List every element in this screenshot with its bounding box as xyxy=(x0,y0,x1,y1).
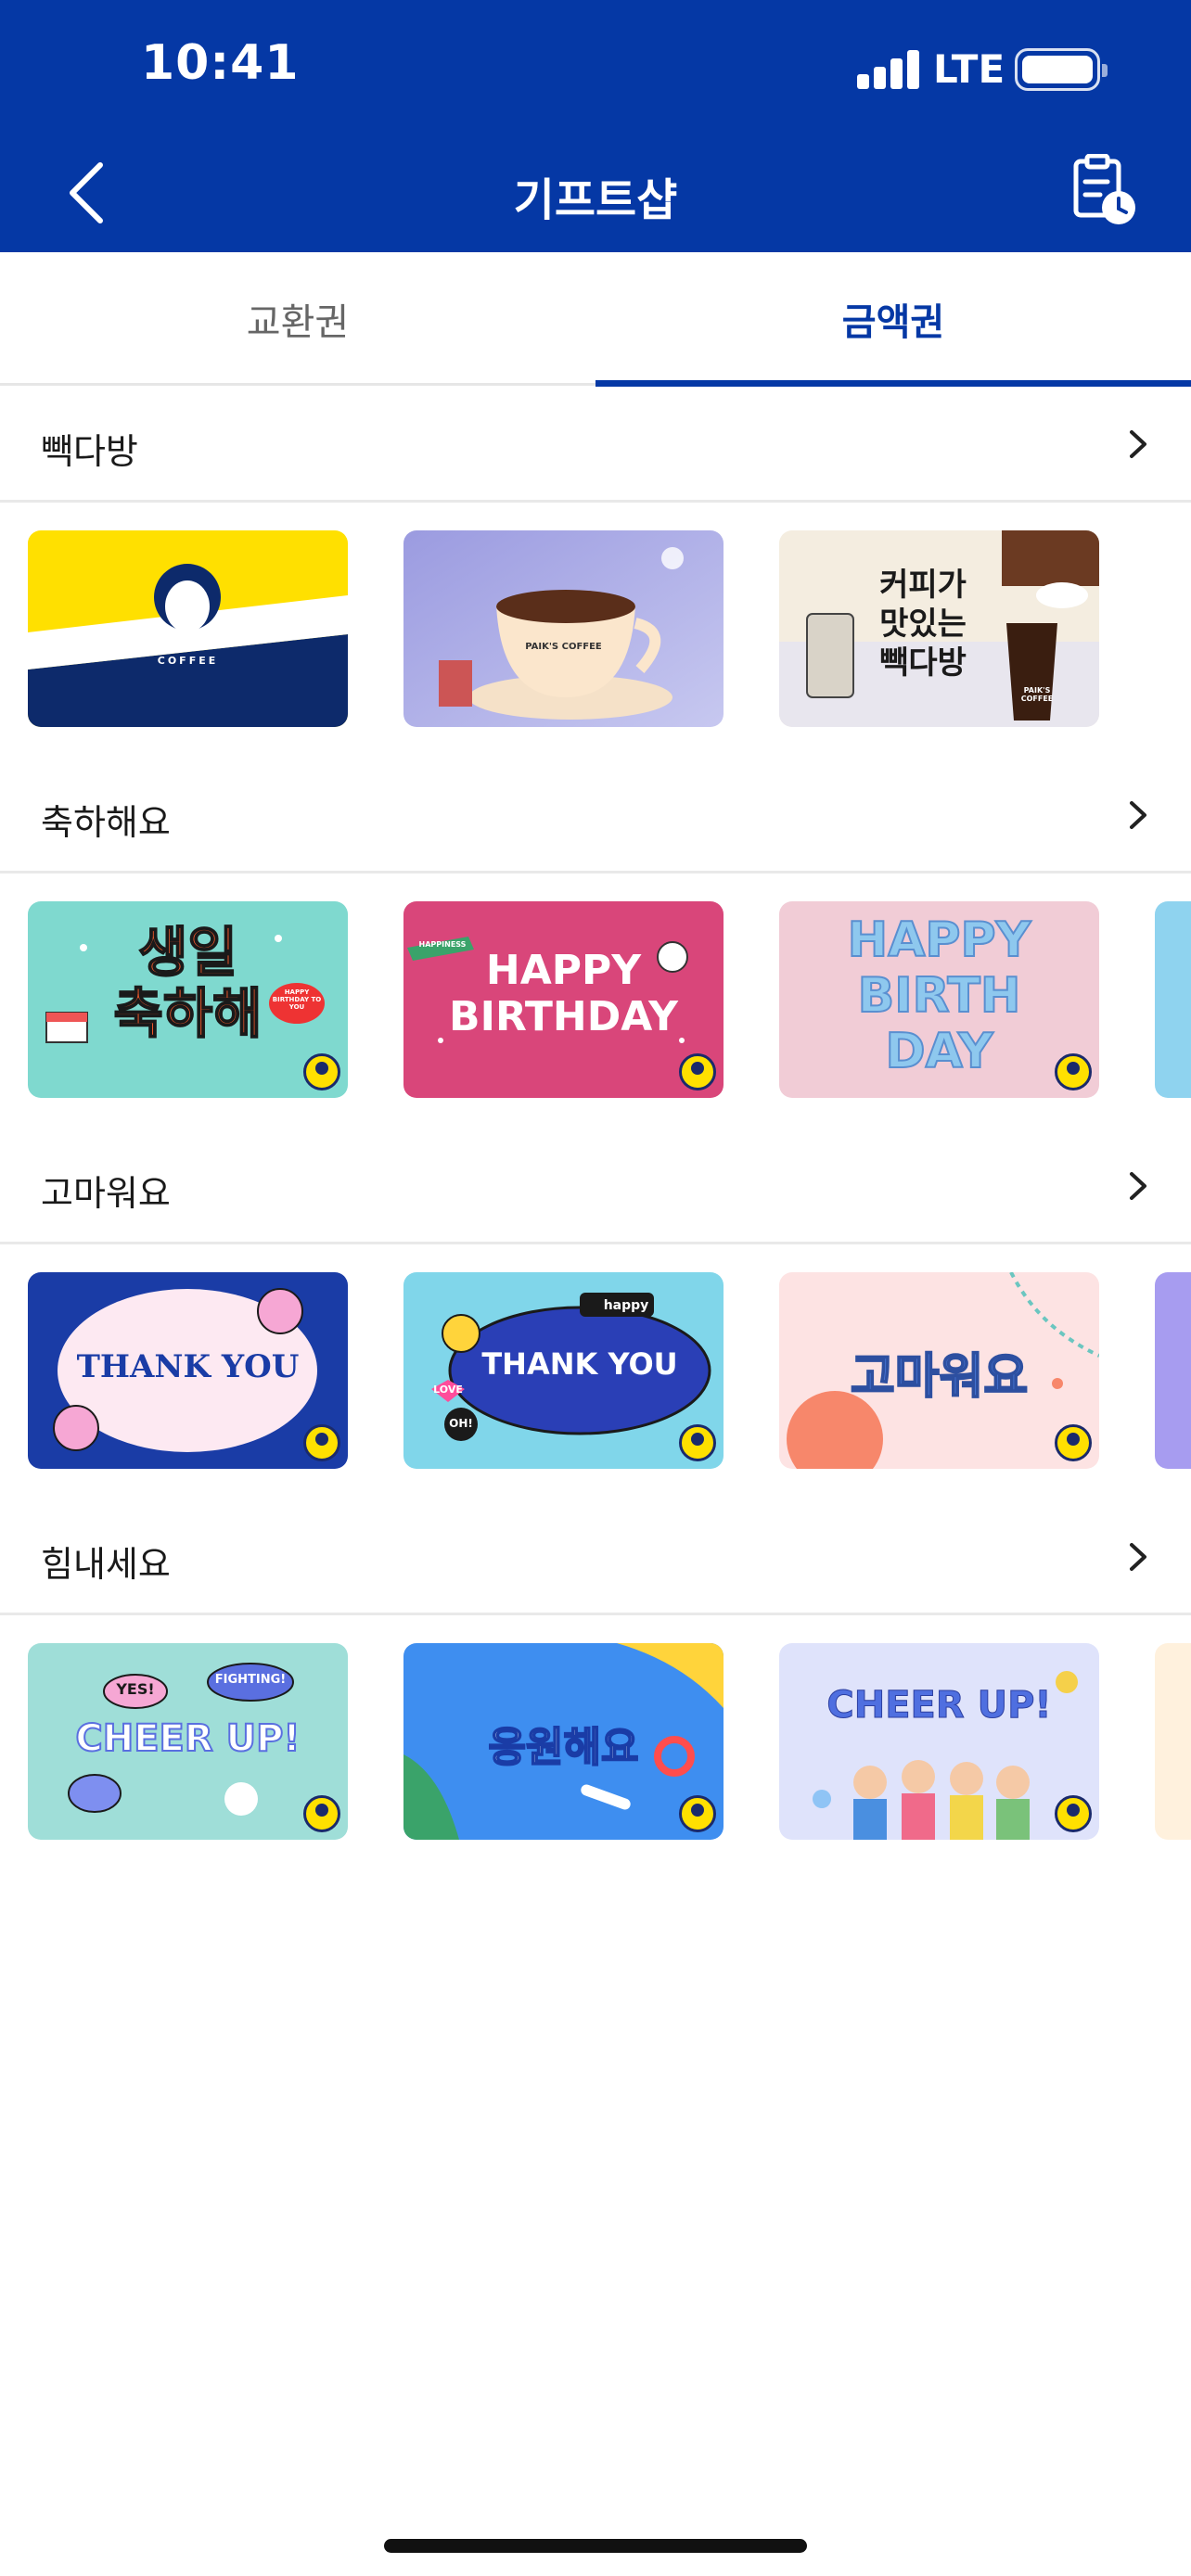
paiks-badge-icon xyxy=(1055,1795,1092,1832)
section-header-cheer[interactable]: 힘내세요 xyxy=(0,1498,1191,1615)
card-label: HAPPY BIRTHDAY xyxy=(449,947,678,1040)
card-sublabel: HAPPY BIRTHDAY TO YOU xyxy=(272,988,322,1011)
paiks-badge-icon xyxy=(1055,1424,1092,1461)
chevron-right-icon xyxy=(1115,421,1161,467)
gift-card[interactable]: 응원해요 xyxy=(403,1643,724,1840)
tab-amount-voucher[interactable]: 금액권 xyxy=(596,252,1191,386)
card-sublabel: PAIK'S COFFEE xyxy=(1020,686,1054,703)
gift-card[interactable]: THANK YOU xyxy=(28,1272,348,1469)
chevron-right-icon xyxy=(1115,792,1161,838)
paiks-badge-icon xyxy=(679,1053,716,1090)
chevron-right-icon xyxy=(1115,1163,1161,1209)
gift-card[interactable]: CHEER UP! xyxy=(779,1643,1099,1840)
paiks-badge-icon xyxy=(303,1795,340,1832)
card-label: HAPPY BIRTH DAY xyxy=(847,912,1032,1080)
card-extra-label: FIGHTING! xyxy=(214,1673,287,1687)
card-label: 응원해요 xyxy=(488,1723,640,1772)
card-label: THANK YOU xyxy=(481,1346,678,1382)
card-row-paiks: PAIK'S COFFEE PAIK'S COFFEE 커피가 맛있는 빽다방 … xyxy=(0,530,1191,727)
card-label: CHEER UP! xyxy=(826,1684,1052,1728)
cheer-up-people-card-art xyxy=(813,1671,1078,1840)
paiks-badge-icon xyxy=(303,1053,340,1090)
gift-card-partial[interactable] xyxy=(1155,1272,1191,1469)
section-header-thanks[interactable]: 고마워요 xyxy=(0,1128,1191,1244)
page-title: 기프트샵 xyxy=(513,174,678,226)
order-history-button[interactable] xyxy=(1067,153,1141,228)
coffee-cup-card-art xyxy=(403,530,724,727)
gift-card[interactable]: HAPPINESS HAPPY BIRTHDAY xyxy=(403,901,724,1098)
clipboard-clock-icon xyxy=(1073,153,1135,224)
gift-card[interactable]: happy THANK YOU LOVE OH! xyxy=(403,1272,724,1469)
section-title: 고마워요 xyxy=(41,1173,171,1214)
card-extra-label: OH! xyxy=(449,1417,473,1430)
app-bar: 10:41 LTE 기프트샵 xyxy=(0,0,1191,252)
gift-card[interactable]: YES! FIGHTING! CHEER UP! xyxy=(28,1643,348,1840)
gift-card[interactable]: 고마워요 xyxy=(779,1272,1099,1469)
card-sublabel: COFFEE xyxy=(157,655,219,667)
paiks-badge-icon xyxy=(303,1424,340,1461)
signal-icon xyxy=(857,48,920,89)
section-title: 축하해요 xyxy=(41,802,171,843)
paiks-badge-icon xyxy=(1055,1053,1092,1090)
card-label: CHEER UP! xyxy=(74,1716,301,1761)
card-row-cheer: YES! FIGHTING! CHEER UP! 응원해요 CHEER UP! xyxy=(0,1643,1191,1840)
section-title: 빽다방 xyxy=(41,431,138,472)
tab-bar: 교환권 금액권 xyxy=(0,252,1191,387)
section-header-paiks[interactable]: 빽다방 xyxy=(0,386,1191,503)
tab-exchange-voucher[interactable]: 교환권 xyxy=(0,252,596,386)
card-label: 커피가 맛있는 빽다방 xyxy=(879,567,967,682)
battery-icon xyxy=(1015,48,1108,91)
card-extra-label: LOVE xyxy=(433,1384,463,1396)
card-row-congrats: 생일 축하해 HAPPY BIRTHDAY TO YOU HAPPINESS H… xyxy=(0,901,1191,1098)
gift-card[interactable]: HAPPY BIRTH DAY xyxy=(779,901,1099,1098)
card-label: PAIK'S COFFEE xyxy=(525,642,602,652)
home-indicator xyxy=(384,2539,807,2553)
card-label: PAIK'S xyxy=(151,627,224,650)
gift-card[interactable]: 커피가 맛있는 빽다방 PAIK'S COFFEE xyxy=(779,530,1099,727)
gift-card[interactable]: PAIK'S COFFEE xyxy=(28,530,348,727)
card-sublabel: happy xyxy=(603,1298,649,1313)
card-label: THANK YOU xyxy=(76,1348,300,1385)
gift-card-partial[interactable] xyxy=(1155,901,1191,1098)
gift-card[interactable]: PAIK'S COFFEE xyxy=(403,530,724,727)
card-label: 고마워요 xyxy=(850,1348,1029,1406)
section-title: 힘내세요 xyxy=(41,1544,171,1585)
card-label: 생일 축하해 xyxy=(112,921,263,1045)
chevron-right-icon xyxy=(1115,1534,1161,1580)
status-time: 10:41 xyxy=(141,35,300,91)
section-header-congrats[interactable]: 축하해요 xyxy=(0,757,1191,874)
gift-card-partial[interactable] xyxy=(1155,1643,1191,1840)
network-type: LTE xyxy=(933,46,1005,92)
gift-card[interactable]: 생일 축하해 HAPPY BIRTHDAY TO YOU xyxy=(28,901,348,1098)
paiks-badge-icon xyxy=(679,1795,716,1832)
paiks-badge-icon xyxy=(679,1424,716,1461)
card-row-thanks: THANK YOU happy THANK YOU LOVE OH! 고마워요 xyxy=(0,1272,1191,1469)
card-sublabel: YES! xyxy=(116,1680,155,1698)
